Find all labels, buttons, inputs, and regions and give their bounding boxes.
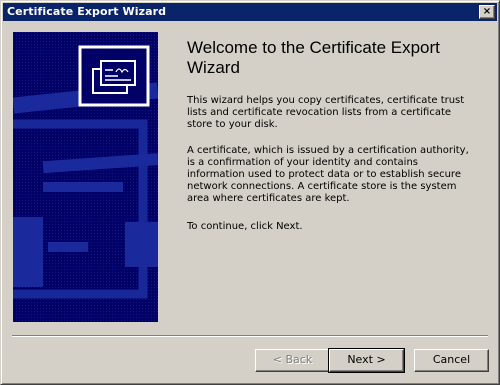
certificate-icon	[78, 45, 150, 107]
close-icon: ×	[482, 6, 492, 17]
certificate-description-paragraph: A certificate, which is issued by a cert…	[187, 145, 469, 204]
window-title: Certificate Export Wizard	[7, 5, 167, 18]
next-button[interactable]: Next >	[328, 348, 405, 373]
back-button[interactable]: < Back	[255, 349, 330, 372]
wizard-heading: Welcome to the Certificate Export Wizard	[187, 38, 440, 77]
intro-paragraph: This wizard helps you copy certificates,…	[187, 95, 465, 130]
title-bar[interactable]: Certificate Export Wizard ×	[3, 3, 497, 21]
cancel-button[interactable]: Cancel	[414, 349, 489, 372]
close-button[interactable]: ×	[479, 5, 495, 19]
wizard-banner-image	[13, 32, 158, 322]
continue-instruction: To continue, click Next.	[187, 221, 303, 232]
wizard-window: Certificate Export Wizard × Welcome to t…	[0, 0, 500, 385]
button-separator	[12, 335, 488, 337]
